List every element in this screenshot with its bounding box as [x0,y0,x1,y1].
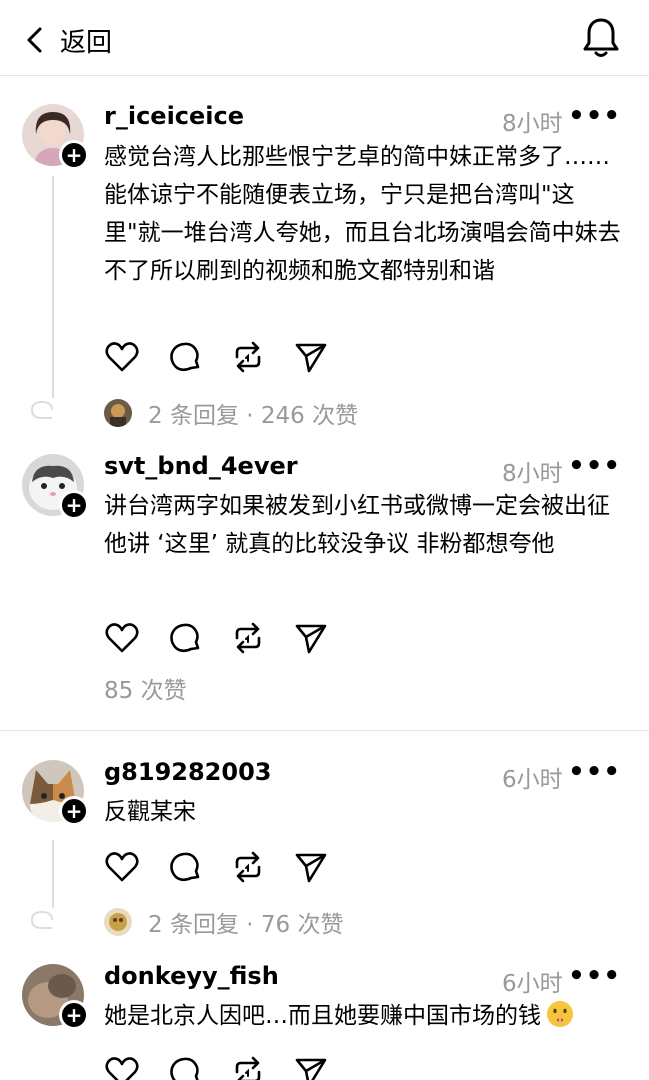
comment-icon[interactable] [167,339,203,375]
heart-icon[interactable] [104,620,140,656]
follow-plus-button[interactable]: + [59,1000,89,1030]
heart-icon[interactable] [104,849,140,885]
notification-button[interactable] [581,16,621,60]
repost-icon[interactable] [230,849,266,885]
more-options-button[interactable]: ••• [568,451,621,481]
thread-loop-icon [30,400,53,419]
thread-loop-icon [30,910,53,929]
reply-like-count: 2 条回复 · 246 次赞 [148,403,359,429]
post-text: 讲台湾两字如果被发到小红书或微博一定会被出征 他讲 ‘这里’ 就真的比较没争议 … [104,493,610,557]
action-bar [104,849,329,885]
action-bar [104,620,329,656]
share-icon[interactable] [293,620,329,656]
shushing-face-emoji-icon [547,1001,573,1027]
post-text: 她是北京人因吧…而且她要赚中国市场的钱 [104,997,624,1035]
post-text-body: 她是北京人因吧…而且她要赚中国市场的钱 [104,1003,541,1029]
follow-plus-button[interactable]: + [59,490,89,520]
follow-plus-button[interactable]: + [59,796,89,826]
post-username[interactable]: donkeyy_fish [104,962,279,990]
thread-line [52,840,54,908]
comment-icon[interactable] [167,620,203,656]
post-time: 6小时 [502,767,563,793]
comment-icon[interactable] [167,849,203,885]
comment-icon[interactable] [167,1054,203,1080]
share-icon[interactable] [293,1054,329,1080]
more-options-button[interactable]: ••• [568,961,621,991]
post-username[interactable]: r_iceiceice [104,102,244,130]
action-bar [104,1054,329,1080]
share-icon[interactable] [293,849,329,885]
follow-plus-button[interactable]: + [59,140,89,170]
top-bar: 返回 [0,0,649,76]
reply-avatar [104,399,132,427]
heart-icon[interactable] [104,339,140,375]
repost-icon[interactable] [230,1054,266,1080]
post-time: 8小时 [502,461,563,487]
chevron-left-icon [27,27,42,53]
post-username[interactable]: svt_bnd_4ever [104,452,298,480]
reply-avatar [104,908,132,936]
post-time: 6小时 [502,971,563,997]
back-button[interactable]: 返回 [24,20,112,60]
heart-icon[interactable] [104,1054,140,1080]
reply-like-count: 2 条回复 · 76 次赞 [148,912,344,938]
like-count: 85 次赞 [104,678,187,704]
divider [0,730,649,731]
post-text: 感觉台湾人比那些恨宁艺卓的简中妹正常多了……能体谅宁不能随便表立场，宁只是把台湾… [104,144,621,284]
more-options-button[interactable]: ••• [568,757,621,787]
thread-line [52,176,54,398]
bell-icon [583,18,619,57]
post-time: 8小时 [502,111,563,137]
post-text: 反觀某宋 [104,799,196,825]
post-meta[interactable]: 2 条回复 · 246 次赞 [104,397,358,429]
repost-icon[interactable] [230,620,266,656]
share-icon[interactable] [293,339,329,375]
post-meta[interactable]: 2 条回复 · 76 次赞 [104,906,343,938]
repost-icon[interactable] [230,339,266,375]
more-options-button[interactable]: ••• [568,101,621,131]
back-label: 返回 [60,27,113,58]
action-bar [104,339,329,375]
post-meta[interactable]: 85 次赞 [104,672,187,704]
post-username[interactable]: g819282003 [104,758,271,786]
